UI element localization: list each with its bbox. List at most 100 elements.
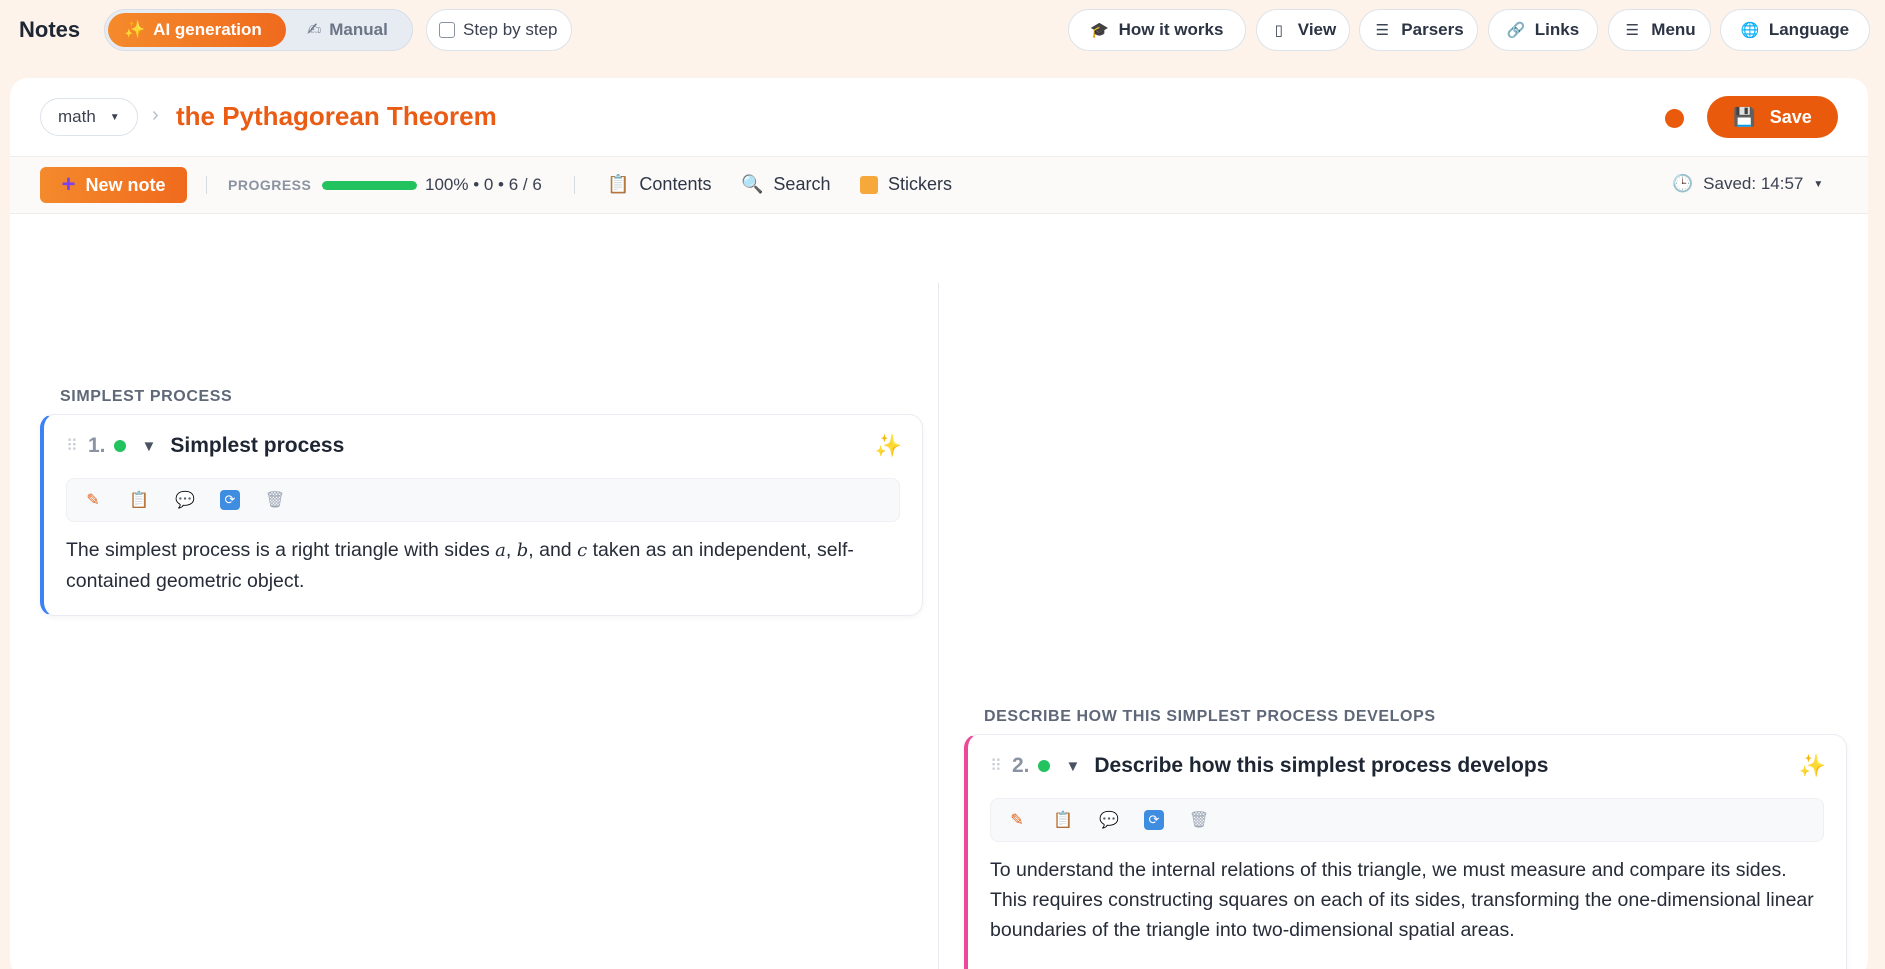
progress-label: PROGRESS [228, 177, 312, 193]
new-note-button[interactable]: + New note [40, 167, 187, 203]
unsaved-status-dot [1665, 109, 1684, 128]
menu-button[interactable]: ☰ Menu [1608, 9, 1711, 51]
ai-generation-mode-button[interactable]: ✨ AI generation [108, 13, 286, 47]
drag-handle-icon[interactable]: ⠿ [990, 756, 1012, 776]
note-header: ⠿ 1. ▼ Simplest process ✨ [66, 431, 902, 461]
page-title: the Pythagorean Theorem [176, 101, 497, 131]
done-status-dot [113, 440, 126, 452]
refresh-icon[interactable]: ⟳ [220, 490, 240, 510]
search-button[interactable]: 🔍 Search [741, 174, 830, 195]
language-button[interactable]: 🌐 Language [1720, 9, 1870, 51]
caret-down-icon: ▼ [109, 111, 120, 123]
sparkles-icon[interactable]: ✨ [1799, 753, 1826, 779]
language-label: Language [1768, 20, 1850, 39]
progress-text: 100% • 0 • 6 / 6 [425, 175, 542, 194]
list-icon: ☰ [1375, 22, 1390, 39]
note-card[interactable]: ⠿ 1. ▼ Simplest process ✨ ✎ 📋 💬 ⟳ 🗑 The … [40, 414, 923, 616]
hamburger-menu-icon: ☰ [1625, 22, 1640, 39]
note-number: 1. [88, 434, 106, 457]
contents-button[interactable]: 📋 Contents [607, 174, 711, 195]
parsers-label: Parsers [1401, 20, 1464, 39]
link-icon: 🔗 [1506, 22, 1526, 39]
writing-hand-icon: ✍ [307, 20, 322, 39]
step-by-step-label: Step by step [463, 20, 558, 39]
subject-label: math [58, 107, 96, 126]
drag-handle-icon[interactable]: ⠿ [66, 436, 88, 456]
speech-bubble-icon[interactable]: 💬 [1098, 809, 1120, 831]
trash-icon[interactable]: 🗑 [264, 489, 286, 511]
globe-icon: 🌐 [1740, 22, 1760, 39]
section-label: DESCRIBE HOW THIS SIMPLEST PROCESS DEVEL… [984, 708, 1436, 725]
ai-generation-label: AI generation [153, 20, 262, 39]
parsers-button[interactable]: ☰ Parsers [1359, 9, 1478, 51]
note-header: ⠿ 2. ▼ Describe how this simplest proces… [990, 751, 1826, 781]
speech-bubble-icon[interactable]: 💬 [174, 489, 196, 511]
saved-status-dropdown[interactable]: 🕒 Saved: 14:57 ▼ [1672, 174, 1823, 194]
clipboard-icon[interactable]: 📋 [1052, 809, 1074, 831]
collapse-caret-icon[interactable]: ▼ [1066, 758, 1081, 775]
save-button[interactable]: 💾 Save [1707, 96, 1838, 138]
step-by-step-toggle[interactable]: Step by step [426, 9, 572, 51]
toolbar-divider [206, 176, 207, 194]
done-status-dot [1037, 760, 1050, 772]
note-text: The simplest process is a right triangle… [66, 539, 496, 561]
timeline-divider [938, 283, 939, 969]
pencil-icon[interactable]: ✎ [82, 489, 104, 511]
contents-label: Contents [639, 174, 712, 194]
caret-down-icon: ▼ [1813, 178, 1824, 190]
manual-label: Manual [329, 20, 388, 39]
saved-time: Saved: 14:57 [1703, 174, 1804, 193]
view-button[interactable]: ▯ View [1256, 9, 1350, 51]
search-label: Search [773, 174, 831, 194]
floppy-disk-icon: 💾 [1733, 106, 1756, 127]
clock-icon: 🕒 [1672, 174, 1694, 193]
step-by-step-checkbox[interactable] [439, 22, 455, 38]
toolbar-divider [574, 176, 575, 194]
links-button[interactable]: 🔗 Links [1488, 9, 1598, 51]
chevron-right-icon: › [152, 104, 159, 126]
note-body: The simplest process is a right triangle… [66, 535, 900, 596]
manual-mode-button[interactable]: ✍ Manual [291, 13, 409, 47]
mobile-phone-icon: ▯ [1274, 22, 1283, 39]
pencil-icon[interactable]: ✎ [1006, 809, 1028, 831]
note-number: 2. [1012, 754, 1030, 777]
trash-icon[interactable]: 🗑 [1188, 809, 1210, 831]
new-note-label: New note [85, 174, 166, 195]
top-bar: Notes ✨ AI generation ✍ Manual Step by s… [0, 0, 1885, 62]
sparkles-icon[interactable]: ✨ [875, 433, 902, 459]
app-title: Notes [19, 17, 81, 42]
stickers-button[interactable]: Stickers [860, 174, 952, 195]
section-label: SIMPLEST PROCESS [60, 388, 233, 405]
math-variable: c [577, 540, 588, 561]
save-label: Save [1769, 106, 1812, 127]
note-text: , [505, 539, 517, 561]
collapse-caret-icon[interactable]: ▼ [142, 438, 157, 455]
math-variable: b [516, 540, 529, 561]
math-variable: a [495, 540, 506, 561]
search-icon: 🔍 [741, 174, 764, 194]
breadcrumb: math ▼ › the Pythagorean Theorem 💾 Save [10, 78, 1868, 156]
note-actions-bar: ✎ 📋 💬 ⟳ 🗑 [990, 798, 1824, 842]
mode-toggle: ✨ AI generation ✍ Manual [104, 9, 413, 51]
graduation-cap-icon: 🎓 [1090, 22, 1109, 39]
how-it-works-button[interactable]: 🎓 How it works [1068, 9, 1246, 51]
progress-bar [322, 181, 417, 190]
how-it-works-label: How it works [1118, 20, 1224, 39]
links-label: Links [1534, 20, 1580, 39]
subject-dropdown[interactable]: math ▼ [40, 98, 138, 136]
plus-icon: + [61, 171, 76, 198]
sparkles-icon: ✨ [124, 20, 146, 39]
menu-label: Menu [1651, 20, 1696, 39]
stickers-label: Stickers [888, 174, 953, 194]
clipboard-icon[interactable]: 📋 [128, 489, 150, 511]
view-label: View [1297, 20, 1337, 39]
note-card[interactable]: ⠿ 2. ▼ Describe how this simplest proces… [964, 734, 1847, 969]
clipboard-icon: 📋 [607, 174, 630, 194]
main-panel: math ▼ › the Pythagorean Theorem 💾 Save … [10, 78, 1868, 969]
progress-bar-fill [322, 181, 417, 190]
sticker-icon [860, 175, 878, 194]
note-body: To understand the internal relations of … [990, 859, 1814, 941]
refresh-icon[interactable]: ⟳ [1144, 810, 1164, 830]
toolbar: + New note PROGRESS 100% • 0 • 6 / 6 📋 C… [10, 156, 1868, 214]
note-title: Simplest process [170, 434, 345, 457]
